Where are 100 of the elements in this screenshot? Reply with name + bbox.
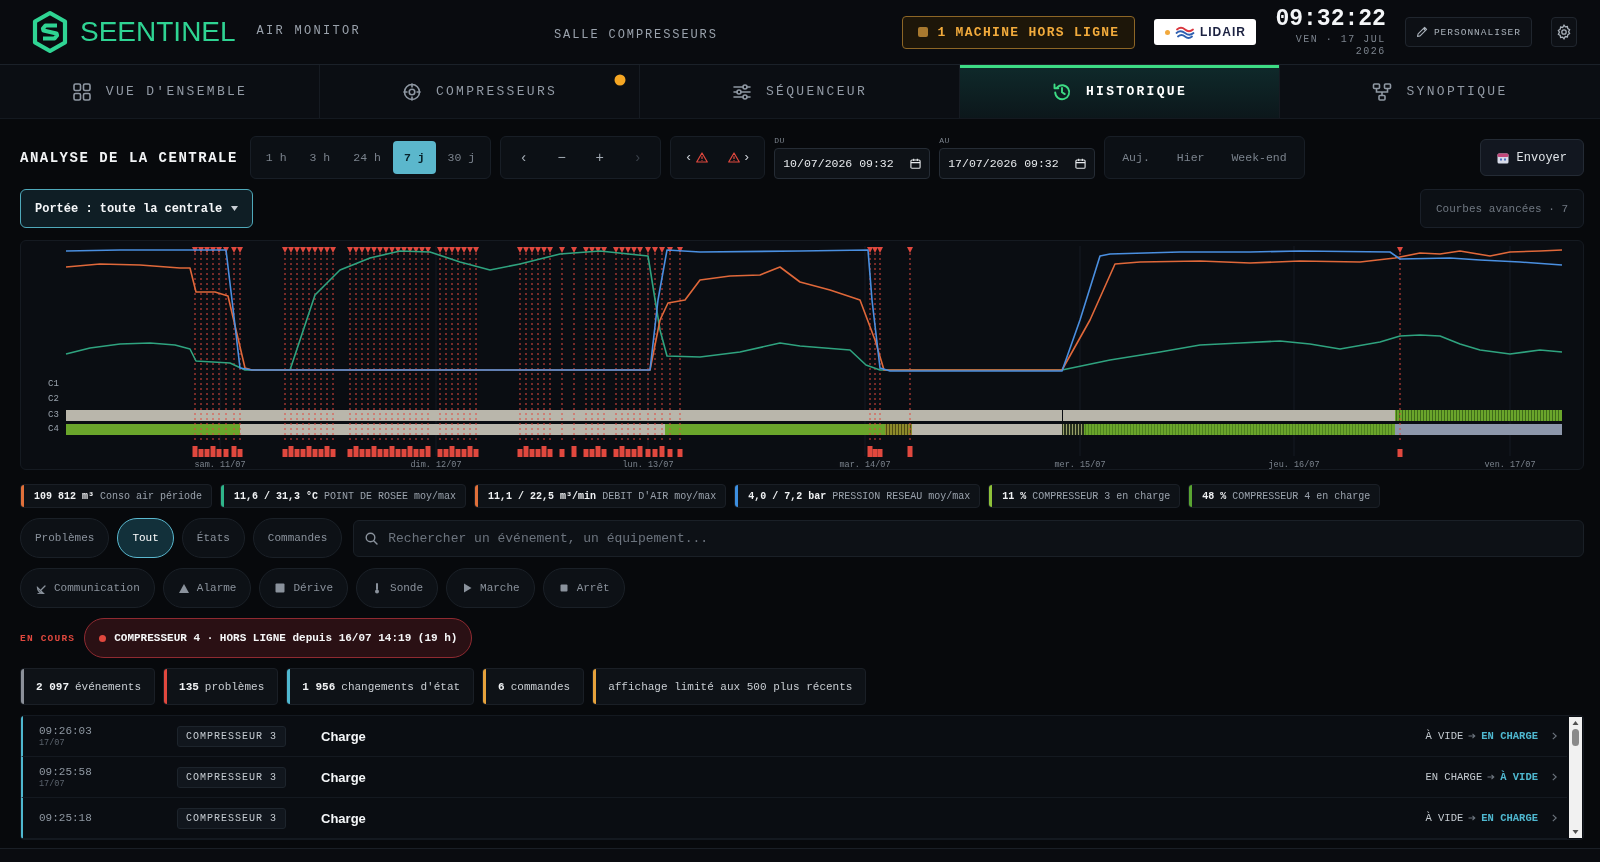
chevron-icon [1552,814,1557,822]
field-label: DU [774,136,785,145]
type-filter-chip[interactable]: Dérive [259,568,349,608]
quick-range-button[interactable]: Auj. [1109,141,1163,174]
status-dot-icon [99,634,107,642]
arrow-icon [1487,773,1496,781]
type-filter-chip[interactable]: Marche [446,568,535,608]
date-label: mer. 15/07 [1054,460,1106,469]
type-filter-chip[interactable]: Arrêt [542,568,625,608]
pencil-icon [1415,26,1428,38]
triangle-icon [177,582,190,594]
send-button[interactable]: Envoyer [1479,139,1584,176]
count-label: problèmes [204,680,265,693]
range-option[interactable]: 24 h [342,141,392,174]
state-from: EN CHARGE [1425,771,1483,783]
date-label: ven. 17/07 [1484,460,1536,469]
play-icon [461,582,474,594]
search-icon [365,531,379,545]
alarm-nav-button[interactable]: ‹ [675,141,718,174]
alert-text: 1 MACHINE HORS LIGNE [937,24,1120,40]
field-label: AU [939,136,950,145]
settings-button[interactable] [1551,17,1577,47]
event-title: Charge [321,810,366,826]
logo-text: LIDAIR [1199,25,1246,39]
nav-button[interactable]: + [581,141,619,174]
chevron-icon [1552,773,1557,781]
brand-name: SEENTINEL [80,18,236,46]
nav-tab[interactable]: COMPRESSEURS [320,65,640,118]
event-date: 17/07 [39,778,66,789]
customize-button[interactable]: PERSONNALISER [1404,17,1532,47]
count-value: 135 [179,680,199,693]
count-label: commandes [510,680,571,693]
date-label: jeu. 16/07 [1268,460,1320,469]
count-value: 6 [498,680,505,693]
count-value: 2 097 [36,680,69,693]
dot-icon [1164,29,1170,35]
row-label: C2 [48,394,59,404]
network-icon [1372,81,1393,102]
state-to: À VIDE [1500,771,1538,783]
range-option[interactable]: 1 h [254,141,298,174]
event-time: 09:26:03 [39,724,93,738]
stat-value: 48 % [1202,490,1227,502]
range-option[interactable]: 7 j [392,141,436,174]
nav-tab[interactable]: HISTORIQUE [960,65,1280,118]
event-title: Charge [321,769,366,785]
site-name: SALLE COMPRESSEURS [554,28,718,42]
event-row[interactable]: 09:25:58 17/07 COMPRESSEUR 3 Charge EN CHARGE À VIDE [21,757,1567,798]
square-icon [918,27,929,37]
type-filter-chip[interactable]: Communication [20,568,155,608]
type-filter-chip[interactable]: Sonde [356,568,439,608]
date-field[interactable]: 17/07/2026 09:32 [939,148,1096,179]
count-value: 1 956 [302,680,336,693]
quick-range-button[interactable]: Hier [1163,141,1218,174]
crosshair-icon [401,81,422,102]
warning-icon [727,152,740,163]
nav-tab[interactable]: VUE D'ENSEMBLE [0,65,320,118]
chevron-icon [1552,732,1557,740]
stat-value: 4,0 / 7,2 bar [748,490,827,502]
event-row[interactable]: 09:25:18 COMPRESSEUR 3 Charge À VIDE EN CHARGE [21,798,1567,839]
row-label: C3 [48,410,59,420]
filter-chip[interactable]: Problèmes [20,518,110,558]
ongoing-label: EN COURS [20,632,76,644]
stat-label: DEBIT D'AIR moy/max [602,490,717,502]
stat-label: COMPRESSEUR 4 en charge [1232,490,1371,502]
quick-range-button[interactable]: Week-end [1218,141,1300,174]
equipment-tag: COMPRESSEUR 3 [177,807,286,829]
row-label: C1 [48,379,59,389]
wave-emblem-icon [1174,24,1195,40]
warning-icon [695,152,708,163]
calendar-icon [1496,151,1509,164]
date-label: lun. 13/07 [622,460,674,469]
range-option[interactable]: 30 j [436,141,487,174]
event-time: 09:25:58 [39,765,93,779]
nav-tab[interactable]: SYNOPTIQUE [1280,65,1600,118]
arrow-icon [1468,814,1477,822]
clock-time: 09:32:22 [1275,6,1386,32]
type-filter-chip[interactable]: Alarme [162,568,252,608]
settings-icon [1556,24,1572,40]
scrollbar[interactable] [1569,717,1582,838]
event-row[interactable]: 09:26:03 17/07 COMPRESSEUR 3 Charge À VIDE EN CHARGE [21,716,1567,757]
date-field[interactable]: 10/07/2026 09:32 [774,148,931,179]
nav-button[interactable]: ‹ [505,141,543,174]
sliders-icon [732,81,752,102]
search-field[interactable]: Rechercher un événement, un équipement... [353,519,1584,557]
scope-dropdown[interactable]: Portée : toute la centrale [20,189,254,228]
range-option[interactable]: 3 h [298,141,342,174]
calendar-icon [1075,158,1087,169]
ongoing-text: COMPRESSEUR 4 · HORS LIGNE depuis 16/07 14:19 (19 h) [114,632,458,644]
alarm-nav-button[interactable]: › [718,141,761,174]
event-time: 09:25:18 [39,811,93,825]
filter-chip[interactable]: Commandes [252,518,343,558]
state-to: EN CHARGE [1481,812,1538,824]
filter-chip[interactable]: États [181,518,245,558]
stat-label: COMPRESSEUR 3 en charge [1032,490,1171,502]
advanced-curves-button[interactable]: Courbes avancées · 7 [1419,189,1584,228]
date-label: sam. 11/07 [194,460,246,469]
filter-chip[interactable]: Tout [117,518,174,558]
nav-button[interactable]: − [543,141,581,174]
clock-date: VEN · 17 JUL 2026 [1294,33,1386,58]
equipment-tag: COMPRESSEUR 3 [177,766,286,788]
